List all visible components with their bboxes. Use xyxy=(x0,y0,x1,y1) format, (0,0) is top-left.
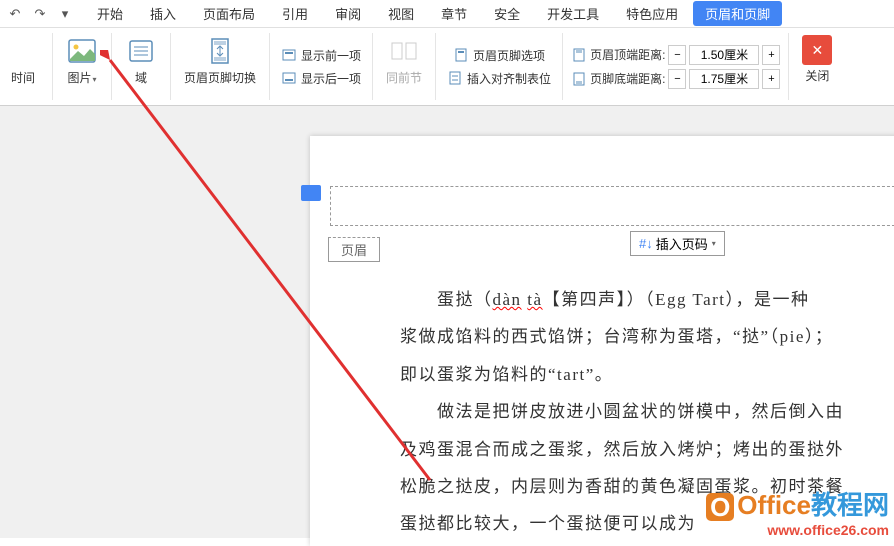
ribbon: 时间 图片▾ 域 页眉页脚切换 显示前一项 xyxy=(0,28,894,106)
header-footer-options-button[interactable]: 页眉页脚选项 xyxy=(450,45,548,66)
show-next-button[interactable]: 显示后一项 xyxy=(278,68,364,89)
document-area: 页眉 #↓ 插入页码 ▾ 蛋挞（dàn tà【第四声】）（Egg Tart），是… xyxy=(0,106,894,538)
header-dist-minus[interactable]: − xyxy=(668,45,686,65)
ribbon-group-link: 同前节 xyxy=(373,33,436,100)
watermark-url: www.office26.com xyxy=(706,522,889,538)
header-distance-row: 页眉顶端距离: − + xyxy=(571,45,780,65)
header-dist-input[interactable] xyxy=(689,45,759,65)
close-header-footer-button[interactable]: ✕ 关闭 xyxy=(797,33,837,86)
close-label: 关闭 xyxy=(805,67,829,84)
page-number-icon: #↓ xyxy=(639,236,653,251)
body-line: 做法是把饼皮放进小圆盆状的饼模中，然后倒入由 xyxy=(400,393,894,430)
ribbon-group-field: 域 xyxy=(112,33,171,100)
footer-dist-input[interactable] xyxy=(689,69,759,89)
menu-bar: ↶ ↷ ▾ 开始 插入 页面布局 引用 审阅 视图 章节 安全 开发工具 特色应… xyxy=(0,0,894,28)
body-line: 蛋挞（dàn tà【第四声】）（Egg Tart），是一种 xyxy=(400,281,894,318)
tab-developer[interactable]: 开发工具 xyxy=(535,1,611,26)
tab-header-footer[interactable]: 页眉和页脚 xyxy=(693,1,782,26)
header-footer-switch-button[interactable]: 页眉页脚切换 xyxy=(179,33,261,88)
close-icon: ✕ xyxy=(802,35,832,65)
tab-insert[interactable]: 插入 xyxy=(138,1,188,26)
watermark-suffix: 教程网 xyxy=(811,490,889,520)
header-marker-icon xyxy=(301,185,321,201)
header-dist-icon xyxy=(571,47,587,63)
link-icon xyxy=(388,35,420,67)
dropdown-icon[interactable]: ▾ xyxy=(55,4,75,24)
footer-distance-row: 页脚底端距离: − + xyxy=(571,69,780,89)
watermark: OOffice教程网 www.office26.com xyxy=(706,485,889,538)
tab-review[interactable]: 审阅 xyxy=(323,1,373,26)
time-icon xyxy=(7,35,39,67)
chevron-down-icon: ▾ xyxy=(712,239,716,248)
insert-pn-label: 插入页码 xyxy=(656,234,708,253)
next-icon xyxy=(281,70,297,86)
insert-page-number-button[interactable]: #↓ 插入页码 ▾ xyxy=(630,231,725,256)
body-line: 浆做成馅料的西式馅饼；台湾称为蛋塔，“挞”（pie）； xyxy=(400,318,894,355)
ribbon-group-nav: 显示前一项 显示后一项 xyxy=(270,33,373,100)
tab-start[interactable]: 开始 xyxy=(85,1,135,26)
ribbon-group-picture: 图片▾ xyxy=(53,33,112,100)
align-label: 插入对齐制表位 xyxy=(467,70,551,87)
footer-dist-minus[interactable]: − xyxy=(668,69,686,89)
align-tab-icon xyxy=(447,70,463,86)
header-tab-indicator: 页眉 xyxy=(328,237,380,262)
prev-icon xyxy=(281,47,297,63)
header-dist-plus[interactable]: + xyxy=(762,45,780,65)
switch-icon xyxy=(204,35,236,67)
link-prev-label: 同前节 xyxy=(386,71,422,85)
options-label: 页眉页脚选项 xyxy=(473,47,545,64)
header-region[interactable] xyxy=(330,186,894,226)
tab-page-layout[interactable]: 页面布局 xyxy=(191,1,267,26)
ribbon-group-time: 时间 xyxy=(0,33,53,100)
tab-bar: 开始 插入 页面布局 引用 审阅 视图 章节 安全 开发工具 特色应用 页眉和页… xyxy=(85,1,782,26)
picture-label: 图片▾ xyxy=(67,69,96,86)
tab-view[interactable]: 视图 xyxy=(376,1,426,26)
time-button[interactable]: 时间 xyxy=(2,33,44,88)
time-label: 时间 xyxy=(11,69,35,86)
ribbon-group-options: 页眉页脚选项 插入对齐制表位 xyxy=(436,33,563,100)
tab-special[interactable]: 特色应用 xyxy=(614,1,690,26)
ribbon-group-distance: 页眉顶端距离: − + 页脚底端距离: − + xyxy=(563,33,789,100)
picture-icon xyxy=(66,35,98,67)
show-previous-button[interactable]: 显示前一项 xyxy=(278,45,364,66)
field-label: 域 xyxy=(135,69,147,86)
redo-icon[interactable]: ↷ xyxy=(30,4,50,24)
watermark-brand: Office xyxy=(737,490,811,520)
footer-dist-label: 页脚底端距离: xyxy=(590,70,665,87)
field-icon xyxy=(125,35,157,67)
ribbon-group-close: ✕ 关闭 xyxy=(789,33,845,100)
insert-align-tab-button[interactable]: 插入对齐制表位 xyxy=(444,68,554,89)
body-line: 即以蛋浆为馅料的“tart”。 xyxy=(400,356,894,393)
watermark-logo-icon: O xyxy=(706,493,734,521)
header-dist-label: 页眉顶端距离: xyxy=(590,46,665,63)
chevron-down-icon: ▾ xyxy=(93,75,97,84)
show-prev-label: 显示前一项 xyxy=(301,47,361,64)
body-line: 及鸡蛋混合而成之蛋浆，然后放入烤炉；烤出的蛋挞外 xyxy=(400,431,894,468)
picture-button[interactable]: 图片▾ xyxy=(61,33,103,88)
footer-dist-icon xyxy=(571,71,587,87)
tab-security[interactable]: 安全 xyxy=(482,1,532,26)
options-icon xyxy=(453,47,469,63)
ribbon-group-switch: 页眉页脚切换 xyxy=(171,33,270,100)
footer-dist-plus[interactable]: + xyxy=(762,69,780,89)
switch-label: 页眉页脚切换 xyxy=(184,69,256,86)
undo-icon[interactable]: ↶ xyxy=(5,4,25,24)
link-previous-button[interactable]: 同前节 xyxy=(381,33,427,88)
show-next-label: 显示后一项 xyxy=(301,70,361,87)
tab-sections[interactable]: 章节 xyxy=(429,1,479,26)
tab-references[interactable]: 引用 xyxy=(270,1,320,26)
quick-access: ↶ ↷ ▾ xyxy=(5,4,75,24)
field-button[interactable]: 域 xyxy=(120,33,162,88)
